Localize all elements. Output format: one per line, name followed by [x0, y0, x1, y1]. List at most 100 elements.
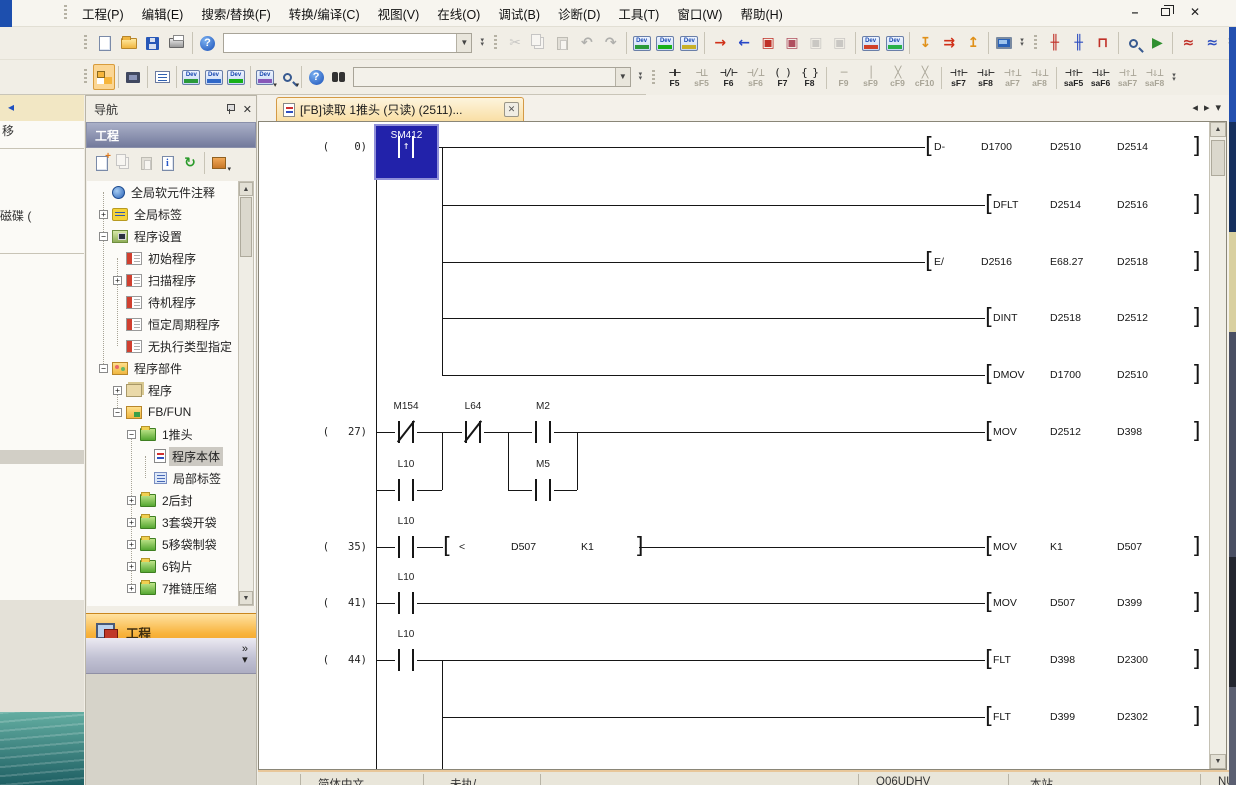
- contact-sm412[interactable]: ↑: [395, 134, 417, 160]
- tree-expander-icon[interactable]: +: [127, 518, 136, 527]
- instruction-operand[interactable]: D2302: [1117, 711, 1148, 723]
- run-mode-button[interactable]: ▶: [1146, 30, 1170, 56]
- instruction-operand[interactable]: D2516: [1117, 199, 1148, 211]
- tree-expander-icon[interactable]: −: [113, 408, 122, 417]
- monitor-mode-button[interactable]: [992, 30, 1016, 56]
- tab-scroll-right-icon[interactable]: ▸: [1204, 101, 1210, 114]
- instruction-operand[interactable]: D2510: [1050, 141, 1081, 153]
- instruction-operand[interactable]: D2518: [1117, 256, 1148, 268]
- contact-l10[interactable]: [395, 647, 417, 673]
- ladder-symbol-sf8-button[interactable]: ⊣↓⊢sF8: [972, 63, 999, 93]
- find-device-tool-button[interactable]: [1122, 30, 1146, 56]
- tree-expander-icon[interactable]: −: [99, 232, 108, 241]
- tab-list-dropdown-icon[interactable]: ▾: [1215, 101, 1221, 114]
- write-to-plc-button[interactable]: →: [708, 30, 732, 56]
- tree-scrollbar[interactable]: ▲▼: [238, 181, 254, 606]
- tree-item-fb-2-backseal[interactable]: +2后封: [87, 489, 237, 511]
- toolbar-grip[interactable]: [1034, 35, 1037, 51]
- toolbar-options-icon[interactable]: ▾▾: [1168, 66, 1180, 90]
- toolbar-grip[interactable]: [494, 35, 497, 51]
- instruction-operand[interactable]: D2514: [1117, 141, 1148, 153]
- tree-scroll-thumb[interactable]: [240, 197, 252, 257]
- ladder-symbol-sf7-button[interactable]: ⊣↑⊢sF7: [945, 63, 972, 93]
- cut-button[interactable]: ✂: [503, 30, 527, 56]
- instruction-name[interactable]: DMOV: [993, 369, 1025, 381]
- instruction-name[interactable]: DFLT: [993, 199, 1018, 211]
- tree-expander-icon[interactable]: +: [113, 276, 122, 285]
- instruction-operand[interactable]: D2510: [1117, 369, 1148, 381]
- ladder-symbol-f8-button[interactable]: { }F8: [796, 63, 823, 93]
- instruction-name[interactable]: MOV: [993, 541, 1017, 553]
- restore-button[interactable]: [1154, 3, 1176, 21]
- menu-item-help[interactable]: 帮助(H): [731, 0, 791, 27]
- transfer-setup-1-button[interactable]: ↧: [913, 30, 937, 56]
- tree-item-program-body[interactable]: 程序本体: [87, 445, 237, 467]
- tree-expander-icon[interactable]: +: [127, 496, 136, 505]
- navigation-options-bar[interactable]: »▾: [86, 638, 256, 674]
- remote-operation-button[interactable]: ▣: [780, 30, 804, 56]
- combo-dropdown-icon[interactable]: ▼: [615, 68, 630, 86]
- device-display-format-button[interactable]: ▾: [254, 64, 276, 90]
- tree-item-fixed-scan-program[interactable]: 恒定周期程序: [87, 313, 237, 335]
- instruction-operand[interactable]: D2512: [1117, 312, 1148, 324]
- ladder-symbol-af7-button[interactable]: ⊣↑⊥aF7: [999, 63, 1026, 93]
- instruction-operand[interactable]: D507: [511, 541, 536, 553]
- ladder-symbol-f5-button[interactable]: ⊣⊢F5: [661, 63, 688, 93]
- instruction-operand[interactable]: D507: [1117, 541, 1142, 553]
- instruction-operand[interactable]: K1: [1050, 541, 1063, 553]
- contact-m2[interactable]: [532, 419, 554, 445]
- device-monitor-1-button[interactable]: [859, 30, 883, 56]
- menu-item-diagnostics[interactable]: 诊断(D): [549, 0, 609, 27]
- tree-item-no-execution-type[interactable]: 无执行类型指定: [87, 335, 237, 357]
- instruction-operand[interactable]: D399: [1117, 597, 1142, 609]
- data-properties-button[interactable]: [157, 152, 179, 174]
- monitor-pulse-button[interactable]: ⊓: [1091, 30, 1115, 56]
- menu-item-edit[interactable]: 编辑(E): [133, 0, 193, 27]
- output-window-button[interactable]: [151, 64, 173, 90]
- device-comment-view-button[interactable]: [180, 64, 202, 90]
- menu-grip[interactable]: [64, 5, 67, 21]
- tree-item-standby-program[interactable]: 待机程序: [87, 291, 237, 313]
- contact-l10[interactable]: [395, 477, 417, 503]
- device-reference-button[interactable]: [225, 64, 247, 90]
- menu-item-project[interactable]: 工程(P): [73, 0, 133, 27]
- toolbar-options-icon[interactable]: ▾▾: [635, 65, 646, 89]
- tab-scroll-left-icon[interactable]: ◂: [1192, 101, 1198, 114]
- tree-item-fb-fun[interactable]: −FB/FUN: [87, 401, 237, 423]
- read-disabled-button[interactable]: ▣: [828, 30, 852, 56]
- ladder-scroll-up-icon[interactable]: ▲: [1210, 122, 1226, 137]
- tree-item-fb-6-hook[interactable]: +6钩片: [87, 555, 237, 577]
- write-disabled-button[interactable]: ▣: [804, 30, 828, 56]
- copy-button[interactable]: [527, 30, 551, 56]
- instruction-operand[interactable]: D2514: [1050, 199, 1081, 211]
- close-button[interactable]: ✕: [1184, 3, 1206, 21]
- paste-button[interactable]: [551, 30, 575, 56]
- instruction-name[interactable]: E/: [934, 256, 944, 268]
- monitor-start-watch-button[interactable]: ╫: [1043, 30, 1067, 56]
- device-comment-tool-button[interactable]: [630, 30, 654, 56]
- instruction-name[interactable]: DINT: [993, 312, 1018, 324]
- instruction-operand[interactable]: D1700: [1050, 369, 1081, 381]
- instruction-operand[interactable]: D2516: [981, 256, 1012, 268]
- ladder-scroll-thumb[interactable]: [1211, 140, 1225, 176]
- tree-expander-icon[interactable]: −: [127, 430, 136, 439]
- tree-item-scan-program[interactable]: +扫描程序: [87, 269, 237, 291]
- tree-item-initial-program[interactable]: 初始程序: [87, 247, 237, 269]
- cross-reference-button[interactable]: [327, 64, 349, 90]
- open-project-button[interactable]: [117, 30, 141, 56]
- tree-scroll-up-icon[interactable]: ▲: [239, 182, 253, 196]
- ladder-symbol-f6-button[interactable]: ⊣/⊢F6: [715, 63, 742, 93]
- instruction-operand[interactable]: D2300: [1117, 654, 1148, 666]
- tree-item-fb-7-chainpress[interactable]: +7推链压缩: [87, 577, 237, 599]
- pin-icon[interactable]: [225, 103, 235, 115]
- ladder-symbol-saf8-button[interactable]: ⊣⇓⊥saF8: [1141, 63, 1168, 93]
- contact-m5[interactable]: [532, 477, 554, 503]
- toolbar-options-icon[interactable]: ▾▾: [1016, 31, 1028, 55]
- instruction-operand[interactable]: K1: [581, 541, 594, 553]
- device-memory-tool-button[interactable]: [654, 30, 678, 56]
- instruction-name[interactable]: MOV: [993, 597, 1017, 609]
- refresh-view-button[interactable]: ↻: [179, 152, 201, 174]
- tree-expander-icon[interactable]: +: [127, 540, 136, 549]
- tree-expander-icon[interactable]: +: [113, 386, 122, 395]
- toolbar-options-icon[interactable]: ▾▾: [476, 31, 488, 55]
